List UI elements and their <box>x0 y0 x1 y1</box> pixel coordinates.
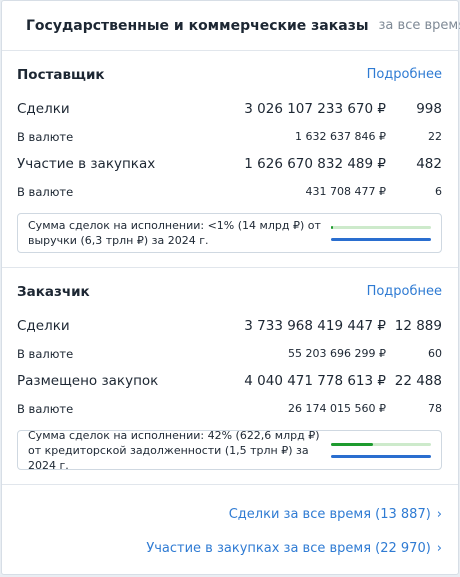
supplier-row-label: В валюте <box>17 184 74 199</box>
deals-all-time-link[interactable]: Сделки за все время (13 887) › <box>2 497 442 531</box>
deals-all-time-label: Сделки за все время (13 887) <box>228 506 431 522</box>
customer-stat-row: В валюте 26 174 015 560 ₽ 78 <box>17 395 442 422</box>
customer-row-count: 12 889 <box>394 318 442 334</box>
supplier-row-count: 22 <box>428 130 442 143</box>
customer-row-amount: 55 203 696 299 ₽ <box>288 347 386 360</box>
participation-all-time-label: Участие в закупках за все время (22 970) <box>146 540 431 556</box>
customer-row-label: Сделки <box>17 318 70 334</box>
supplier-progress-fill <box>331 225 333 229</box>
card-title: Государственные и коммерческие заказы <box>26 17 369 34</box>
supplier-stat-row: Сделки 3 026 107 233 670 ₽ 998 <box>17 95 442 123</box>
supplier-progress-track <box>331 225 431 229</box>
customer-title: Заказчик <box>17 283 90 300</box>
supplier-progress <box>331 225 431 241</box>
customer-row-label: В валюте <box>17 401 74 416</box>
customer-row-amount: 3 733 968 419 447 ₽ <box>244 318 386 334</box>
customer-progress <box>331 442 431 458</box>
customer-progress-fill <box>331 442 373 446</box>
chevron-right-icon: › <box>436 540 442 556</box>
supplier-stat-row: Участие в закупках 1 626 670 832 489 ₽ 482 <box>17 150 442 178</box>
supplier-section: Поставщик Подробнее Сделки 3 026 107 233 … <box>2 51 458 253</box>
supplier-stat-row: В валюте 431 708 477 ₽ 6 <box>17 178 442 205</box>
customer-row-label: В валюте <box>17 346 74 361</box>
customer-row-amount: 26 174 015 560 ₽ <box>288 402 386 415</box>
customer-row-amount: 4 040 471 778 613 ₽ <box>244 373 386 389</box>
participation-all-time-link[interactable]: Участие в закупках за все время (22 970)… <box>2 531 442 565</box>
card-footer: Сделки за все время (13 887) › Участие в… <box>2 485 458 565</box>
card-period: за все время <box>378 18 460 33</box>
supplier-row-count: 482 <box>416 156 442 172</box>
card-header: Государственные и коммерческие заказы за… <box>2 1 460 51</box>
supplier-stat-row: В валюте 1 632 637 846 ₽ 22 <box>17 123 442 150</box>
customer-row-count: 60 <box>428 347 442 360</box>
supplier-row-amount: 1 626 670 832 489 ₽ <box>244 156 386 172</box>
supplier-row-count: 6 <box>435 185 442 198</box>
supplier-row-amount: 431 708 477 ₽ <box>305 185 386 198</box>
supplier-title: Поставщик <box>17 66 105 83</box>
customer-stat-row: Размещено закупок 4 040 471 778 613 ₽ 22 4… <box>17 367 442 395</box>
supplier-row-label: Сделки <box>17 101 70 117</box>
customer-progress-track <box>331 442 431 446</box>
supplier-row-amount: 3 026 107 233 670 ₽ <box>244 101 386 117</box>
customer-row-label: Размещено закупок <box>17 373 159 389</box>
supplier-row-label: В валюте <box>17 129 74 144</box>
supplier-row-count: 998 <box>416 101 442 117</box>
supplier-info-box: Сумма сделок на исполнении: <1% (14 млрд… <box>17 213 442 253</box>
customer-section: Заказчик Подробнее Сделки 3 733 968 419 4… <box>2 268 458 472</box>
customer-more-link[interactable]: Подробнее <box>367 284 442 299</box>
customer-info-text: Сумма сделок на исполнении: 42% (622,6 м… <box>28 428 320 472</box>
customer-info-box: Сумма сделок на исполнении: 42% (622,6 м… <box>17 428 442 472</box>
supplier-row-label: Участие в закупках <box>17 156 156 172</box>
chevron-right-icon: › <box>436 506 442 522</box>
customer-stat-row: Сделки 3 733 968 419 447 ₽ 12 889 <box>17 312 442 340</box>
customer-stat-row: В валюте 55 203 696 299 ₽ 60 <box>17 340 442 367</box>
supplier-info-text: Сумма сделок на исполнении: <1% (14 млрд… <box>28 219 321 247</box>
supplier-progress-base <box>331 237 431 241</box>
customer-row-count: 22 488 <box>394 373 442 389</box>
supplier-more-link[interactable]: Подробнее <box>367 67 442 82</box>
customer-row-count: 78 <box>428 402 442 415</box>
customer-progress-base <box>331 454 431 458</box>
orders-card: Государственные и коммерческие заказы за… <box>1 0 460 575</box>
supplier-row-amount: 1 632 637 846 ₽ <box>295 130 386 143</box>
